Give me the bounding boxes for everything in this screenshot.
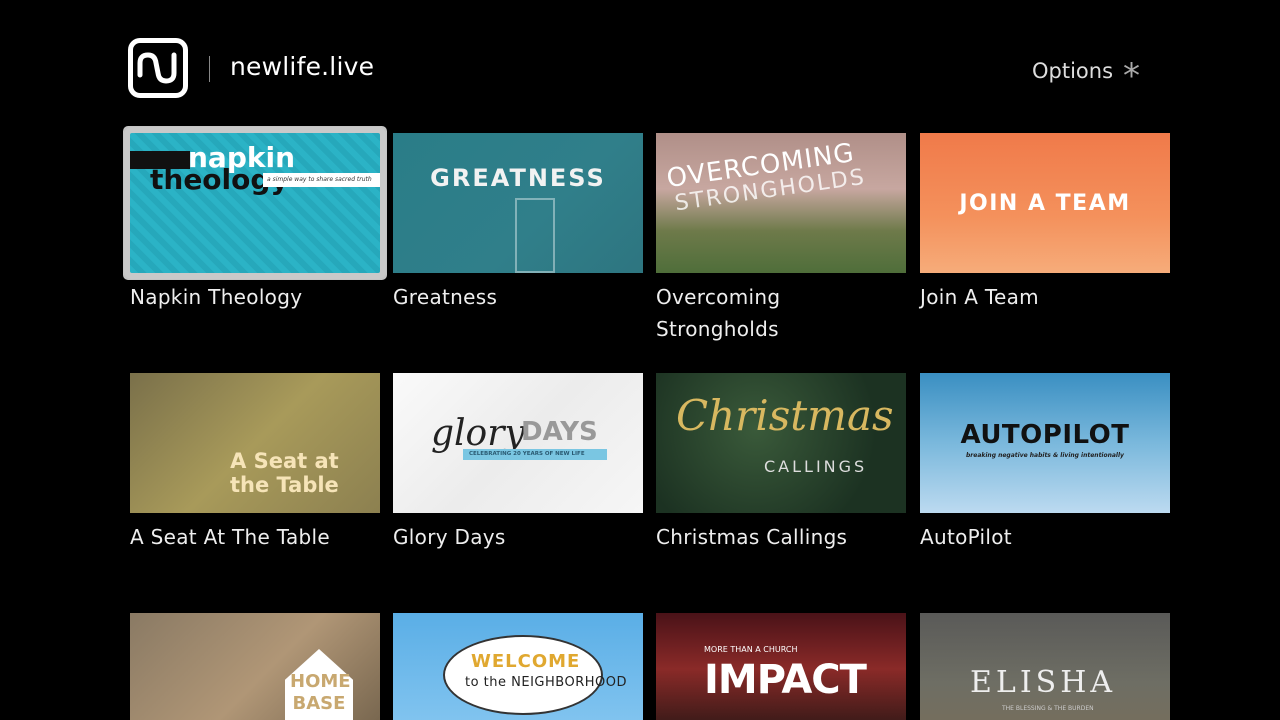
series-thumbnail: ELISHA THE BLESSING & THE BURDEN bbox=[920, 613, 1170, 720]
series-title: Join A Team bbox=[920, 285, 1039, 309]
thumb-text-line: the Table bbox=[230, 473, 339, 497]
series-tile-home-base[interactable]: HOME BASE bbox=[130, 613, 380, 720]
header-divider bbox=[209, 56, 210, 82]
thumb-text: DAYS bbox=[521, 417, 598, 447]
series-thumbnail: GREATNESS bbox=[393, 133, 643, 273]
series-tile-a-seat-at-the-table[interactable]: A Seat at the Table A Seat At The Table bbox=[130, 373, 380, 553]
series-tile-welcome-neighborhood[interactable]: WELCOME to the NEIGHBORHOOD bbox=[393, 613, 643, 720]
brand-title: newlife.live bbox=[230, 52, 375, 81]
series-title: Christmas Callings bbox=[656, 525, 848, 549]
thumb-script: Christmas bbox=[676, 391, 894, 440]
thumb-text: HOME BASE bbox=[290, 671, 351, 715]
series-thumbnail: WELCOME to the NEIGHBORHOOD bbox=[393, 613, 643, 720]
thumb-text: AUTOPILOT bbox=[960, 419, 1130, 450]
thumb-text-line: A Seat at bbox=[230, 449, 339, 473]
thumb-script: glory bbox=[431, 413, 525, 454]
series-tile-impact[interactable]: MORE THAN A CHURCH IMPACT bbox=[656, 613, 906, 720]
thumb-text: CALLINGS bbox=[764, 457, 868, 476]
series-tile-napkin-theology[interactable]: napkin theology a simple way to share sa… bbox=[123, 126, 387, 313]
asterisk-icon: * bbox=[1123, 56, 1141, 96]
thumb-text: GREATNESS bbox=[430, 164, 606, 192]
options-label: Options bbox=[1032, 59, 1114, 83]
series-tile-greatness[interactable]: GREATNESS Greatness bbox=[393, 133, 643, 313]
thumb-text-line: HOME bbox=[290, 671, 351, 692]
series-thumbnail: Christmas CALLINGS bbox=[656, 373, 906, 513]
series-thumbnail: napkin theology a simple way to share sa… bbox=[124, 127, 386, 279]
series-tile-elisha[interactable]: ELISHA THE BLESSING & THE BURDEN bbox=[920, 613, 1170, 720]
series-thumbnail: HOME BASE bbox=[130, 613, 380, 720]
series-tile-christmas-callings[interactable]: Christmas CALLINGS Christmas Callings bbox=[656, 373, 906, 553]
options-button[interactable]: Options * bbox=[1032, 56, 1141, 96]
series-title: Overcoming Strongholds bbox=[656, 285, 781, 341]
thumb-text: IMPACT bbox=[704, 657, 867, 703]
series-tile-join-a-team[interactable]: JOIN A TEAM Join A Team bbox=[920, 133, 1170, 313]
series-title: Greatness bbox=[393, 285, 498, 309]
series-tile-glory-days[interactable]: glory DAYS CELEBRATING 20 YEARS OF NEW L… bbox=[393, 373, 643, 553]
series-thumbnail: AUTOPILOT breaking negative habits & liv… bbox=[920, 373, 1170, 513]
thumb-tagline: a simple way to share sacred truth bbox=[263, 173, 380, 187]
thumb-text: ELISHA bbox=[970, 665, 1117, 700]
thumb-text: WELCOME bbox=[471, 651, 581, 672]
thumb-text: JOIN A TEAM bbox=[959, 190, 1131, 216]
series-title: Glory Days bbox=[393, 525, 506, 549]
thumb-text: to the NEIGHBORHOOD bbox=[465, 675, 627, 690]
thumb-ribbon: CELEBRATING 20 YEARS OF NEW LIFE bbox=[463, 449, 607, 460]
series-title: AutoPilot bbox=[920, 525, 1012, 549]
series-title: A Seat At The Table bbox=[130, 525, 330, 549]
thumb-tagline: breaking negative habits & living intent… bbox=[966, 451, 1124, 459]
app-header: newlife.live Options * bbox=[0, 0, 1280, 120]
series-thumbnail: MORE THAN A CHURCH IMPACT bbox=[656, 613, 906, 720]
series-thumbnail: A Seat at the Table bbox=[130, 373, 380, 513]
thumb-text-line: BASE bbox=[292, 693, 346, 714]
thumb-text: THE BLESSING & THE BURDEN bbox=[1002, 705, 1094, 712]
series-thumbnail: glory DAYS CELEBRATING 20 YEARS OF NEW L… bbox=[393, 373, 643, 513]
cross-graphic bbox=[515, 198, 555, 273]
thumb-text: A Seat at the Table bbox=[230, 449, 339, 497]
series-title: Napkin Theology bbox=[130, 285, 303, 309]
series-tile-overcoming-strongholds[interactable]: OVERCOMING STRONGHOLDS Overcoming Strong… bbox=[656, 133, 906, 345]
series-thumbnail: JOIN A TEAM bbox=[920, 133, 1170, 273]
series-thumbnail: OVERCOMING STRONGHOLDS bbox=[656, 133, 906, 273]
series-tile-autopilot[interactable]: AUTOPILOT breaking negative habits & liv… bbox=[920, 373, 1170, 553]
newlife-logo-icon bbox=[128, 38, 188, 98]
thumb-text: MORE THAN A CHURCH bbox=[704, 645, 798, 654]
